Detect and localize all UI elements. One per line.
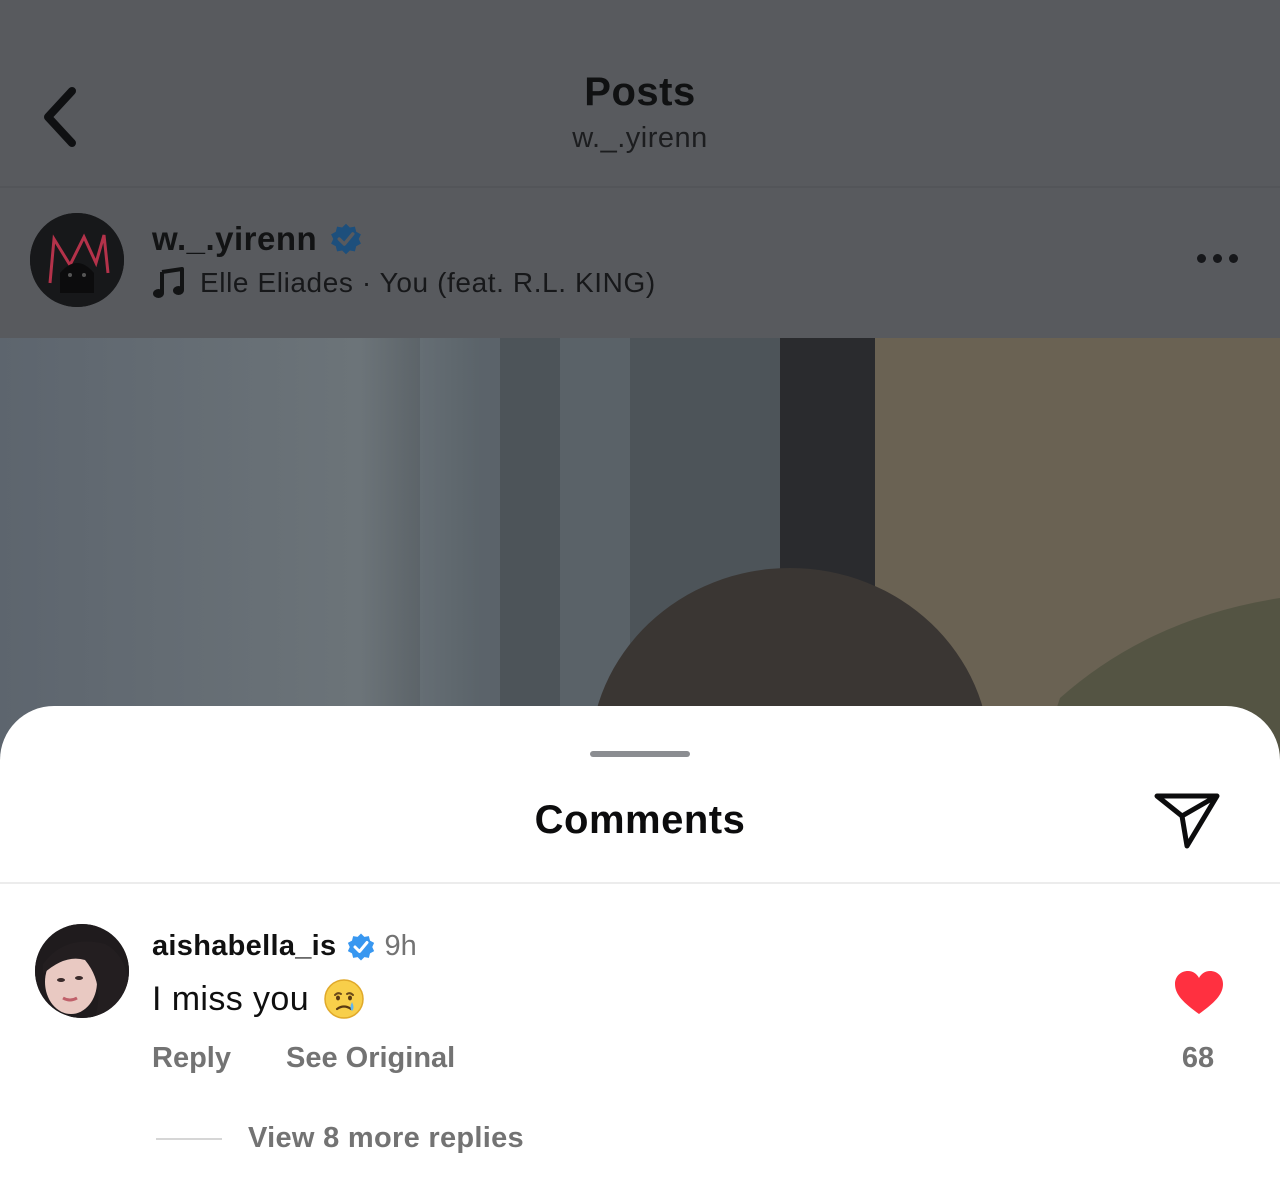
like-count: 68 (1181, 1042, 1215, 1074)
post-music-row[interactable]: Elle Eliades · You (feat. R.L. KING) (152, 266, 656, 300)
commenter-avatar[interactable] (35, 924, 129, 1018)
comment-header: aishabella_is 9h (152, 930, 417, 963)
share-button[interactable] (1152, 788, 1222, 852)
replies-connector-line (156, 1138, 222, 1140)
post-photo-image (0, 338, 1280, 758)
post-author-row: w._.yirenn (152, 220, 363, 258)
sheet-drag-handle[interactable] (590, 751, 690, 757)
page-title: Posts (584, 70, 696, 114)
see-original-button[interactable]: See Original (286, 1042, 455, 1075)
like-button[interactable] (1172, 968, 1226, 1018)
view-more-replies-button[interactable]: View 8 more replies (248, 1122, 524, 1155)
post-author-username[interactable]: w._.yirenn (152, 220, 317, 258)
verified-badge-icon (348, 933, 375, 960)
comments-divider (0, 882, 1280, 884)
heart-filled-icon (1175, 971, 1223, 1014)
comment-text: I miss you (152, 979, 310, 1018)
top-navigation-bar: Posts w._.yirenn (0, 0, 1280, 186)
music-track-label: Elle Eliades · You (feat. R.L. KING) (200, 267, 656, 298)
post-photo[interactable] (0, 338, 1280, 758)
crying-face-emoji-icon (324, 979, 364, 1019)
commenter-username[interactable]: aishabella_is (152, 930, 336, 963)
more-options-button[interactable] (1186, 240, 1248, 276)
music-note-icon (153, 267, 184, 298)
reply-button[interactable]: Reply (152, 1042, 231, 1075)
more-dot-icon (1212, 253, 1222, 263)
comments-title: Comments (534, 798, 746, 842)
more-dot-icon (1196, 253, 1206, 263)
page-subtitle: w._.yirenn (572, 122, 708, 154)
verified-badge-icon (331, 223, 362, 255)
paper-plane-icon (1154, 793, 1220, 849)
post-author-avatar[interactable] (30, 213, 124, 307)
post-header (0, 188, 1280, 338)
comments-sheet: Comments aishabella_is 9h I miss you Rep… (0, 706, 1280, 1184)
comment-body: I miss you (152, 978, 365, 1020)
commenter-avatar-image (35, 924, 129, 1018)
more-dot-icon (1228, 253, 1238, 263)
comment-timestamp: 9h (384, 930, 417, 962)
cat-logo-avatar-image (30, 213, 124, 307)
